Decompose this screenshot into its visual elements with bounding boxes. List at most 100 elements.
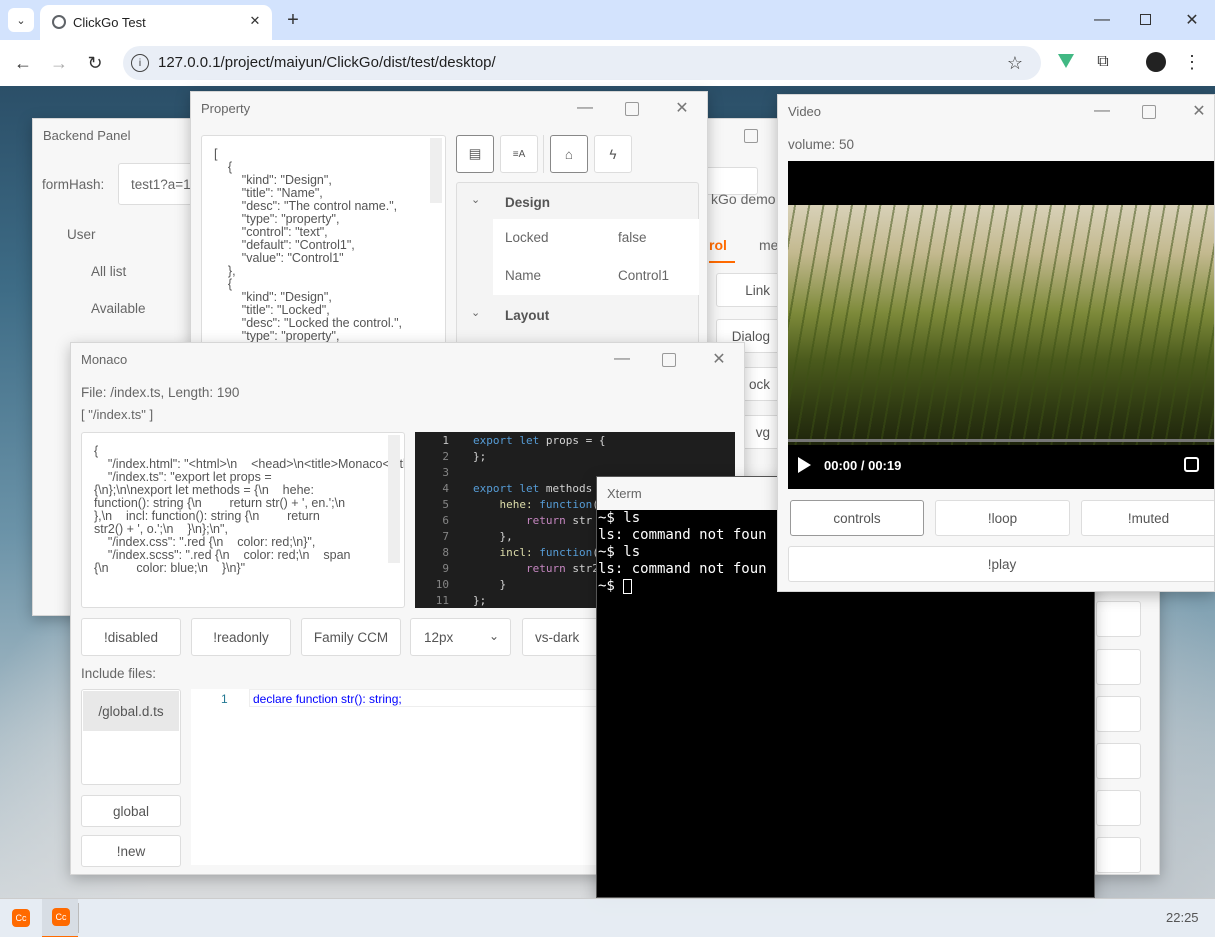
app-icon: Cc [52,908,70,926]
demo-tab-more[interactable]: me [759,237,778,253]
include-files-list[interactable]: /global.d.ts [81,689,181,785]
app-icon[interactable]: Cc [12,909,30,927]
tab-title: ClickGo Test [73,15,146,30]
demo-button[interactable] [1096,649,1141,685]
link-button[interactable]: Link [716,273,781,307]
demo-button[interactable] [1096,790,1141,826]
maximize-icon[interactable] [662,353,676,367]
video-time: 00:00 / 00:19 [824,458,902,473]
property-value[interactable]: false [618,230,647,245]
demo-button[interactable] [1096,837,1141,873]
line-number: 4 [442,482,449,495]
extensions-icon[interactable]: ⧉ [1092,52,1114,72]
play-icon[interactable] [798,457,811,473]
maximize-icon[interactable] [744,129,758,143]
property-tab-icon[interactable]: ▤ [456,135,494,173]
play-button[interactable]: !play [788,546,1214,582]
maximize-icon[interactable] [625,102,639,116]
video-frame [788,205,1214,445]
active-app-slot[interactable]: Cc [42,899,78,937]
controls-button[interactable]: controls [790,500,924,536]
code-line: 2}; [415,449,735,465]
tab-close-icon[interactable]: ✕ [245,11,265,31]
minimize-icon[interactable]: — [571,96,599,120]
window-title: Backend Panel [43,128,131,143]
terminal-line: ls: command not foun [598,561,767,578]
font-size-select[interactable]: 12px ⌄ [410,618,511,656]
disabled-toggle-button[interactable]: !disabled [81,618,181,656]
current-line-highlight [249,689,609,707]
bookmark-star-icon[interactable]: ☆ [1003,51,1027,75]
new-button[interactable]: !new [81,835,181,867]
global-button[interactable]: global [81,795,181,827]
readonly-toggle-button[interactable]: !readonly [191,618,291,656]
code-text: }; [473,450,487,463]
terminal-text: ~$ [598,578,624,594]
font-family-button[interactable]: Family CCM [301,618,401,656]
property-grid: ⌄ Design Locked false Name Control1 ⌄ La… [456,182,699,350]
reload-icon[interactable]: ↻ [82,50,108,76]
forward-icon[interactable]: → [46,50,72,76]
sort-alpha-icon[interactable]: ≡A [500,135,538,173]
include-file-item[interactable]: /global.d.ts [83,691,179,731]
property-name: Name [505,268,542,283]
property-row-name[interactable]: Name Control1 [493,257,699,295]
terminal-line: ls: command not foun [598,527,767,544]
chevron-down-icon[interactable]: ⌄ [471,193,480,206]
form-hash-input[interactable]: test1?a=1& [118,163,196,205]
minimize-icon[interactable]: — [1088,99,1116,123]
files-list: [ "/index.ts" ] [81,407,154,422]
scrollbar[interactable] [430,138,442,203]
scrollbar[interactable] [388,435,400,563]
property-value[interactable]: Control1 [618,268,669,283]
demo-button[interactable] [1096,601,1141,637]
close-icon[interactable]: ✕ [668,96,696,120]
browser-tab[interactable]: ClickGo Test ✕ [40,5,272,40]
close-window-icon[interactable]: ✕ [1178,8,1206,32]
url-bar[interactable]: i 127.0.0.1/project/maiyun/ClickGo/dist/… [123,46,1041,80]
menu-all-list[interactable]: All list [91,264,126,279]
event-icon[interactable]: ϟ [594,135,632,173]
browser-menu-icon[interactable]: ⋮ [1182,50,1202,74]
close-icon[interactable]: ✕ [705,347,733,371]
line-number: 1 [442,434,449,447]
property-json-text: [ { "kind": "Design", "title": "Name", "… [214,148,402,343]
progress-track[interactable] [788,439,1214,442]
profile-avatar[interactable] [1146,52,1166,72]
terminal-output[interactable]: ~$ ls ls: command not foun ~$ ls ls: comman… [598,510,767,595]
terminal-line: ~$ ls [598,544,767,561]
loop-button[interactable]: !loop [935,500,1070,536]
site-info-icon[interactable]: i [131,54,149,72]
group-design[interactable]: Design [505,195,550,210]
minimize-icon[interactable]: — [608,347,636,371]
new-tab-icon[interactable]: + [282,8,304,32]
maximize-icon[interactable] [1140,14,1151,25]
property-window: Property — ✕ [ { "kind": "Design", "titl… [190,91,708,351]
group-layout[interactable]: Layout [505,308,549,323]
line-number: 11 [435,594,449,607]
menu-user[interactable]: User [67,227,96,242]
muted-button[interactable]: !muted [1081,500,1214,536]
fullscreen-icon[interactable] [1184,457,1199,472]
demo-button[interactable] [1096,743,1141,779]
demo-button[interactable] [1096,696,1141,732]
property-panel-icon[interactable]: ⌂ [550,135,588,173]
file-info: File: /index.ts, Length: 190 [81,385,240,400]
close-icon[interactable]: ✕ [1185,99,1213,123]
terminal-text: ~$ ls [598,544,641,560]
property-json-view[interactable]: [ { "kind": "Design", "title": "Name", "… [201,135,446,350]
url-text[interactable]: 127.0.0.1/project/maiyun/ClickGo/dist/te… [158,54,496,71]
video-player[interactable]: 00:00 / 00:19 [788,161,1214,489]
back-icon[interactable]: ← [10,50,36,76]
files-json-view[interactable]: { "/index.html": "<html>\n <head>\n<titl… [81,432,405,608]
vue-devtools-icon[interactable] [1058,54,1074,68]
minimize-icon[interactable]: — [1088,8,1116,32]
declaration-editor[interactable]: 1 declare function str(): string; [191,689,611,865]
menu-available[interactable]: Available [91,301,146,316]
chevron-down-icon[interactable]: ⌄ [471,306,480,319]
demo-fragment-0: kGo demo [711,191,776,207]
property-row-locked[interactable]: Locked false [493,219,699,257]
demo-tab-control[interactable]: rol [709,237,727,253]
maximize-icon[interactable] [1142,105,1156,119]
tab-search-icon[interactable]: ⌄ [8,8,34,32]
